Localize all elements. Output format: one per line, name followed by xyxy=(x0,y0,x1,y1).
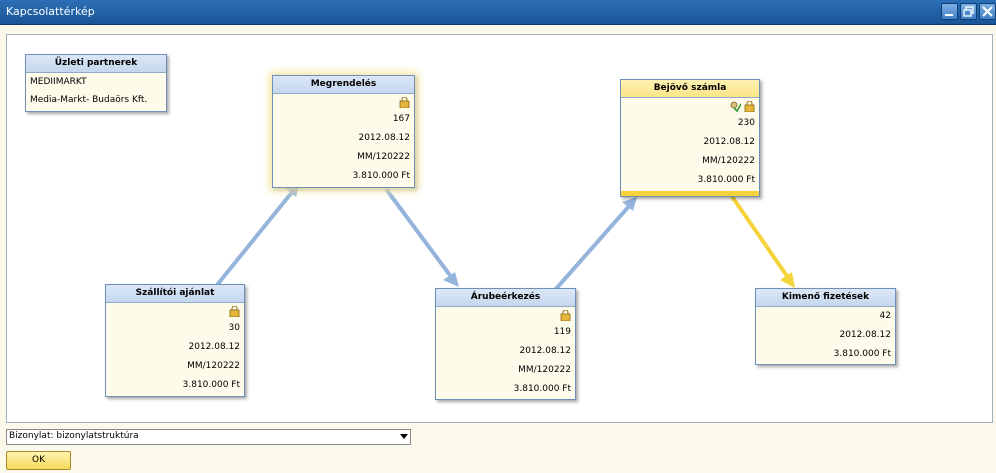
doc-date: 2012.08.12 xyxy=(358,133,410,143)
connector-arrow xyxy=(215,183,300,287)
doc-date: 2012.08.12 xyxy=(188,342,240,352)
card-header: Megrendelés xyxy=(273,76,414,94)
connector-arrow-highlighted xyxy=(729,193,795,288)
document-node-bejovo-szamla[interactable]: Bejövő számla 230 2012.08.12 MM/120222 3… xyxy=(620,79,760,197)
restore-icon[interactable] xyxy=(960,3,977,20)
lock-icon xyxy=(399,97,410,108)
lock-icon xyxy=(744,101,755,112)
approval-check-icon xyxy=(730,101,742,112)
doc-amount: 3.810.000 Ft xyxy=(513,384,571,394)
document-node-megrendeles[interactable]: Megrendelés 167 2012.08.12 MM/120222 3.8… xyxy=(272,75,415,188)
doc-date: 2012.08.12 xyxy=(703,137,755,147)
card-header: Kimenő fizetések xyxy=(756,289,895,307)
doc-amount: 3.810.000 Ft xyxy=(352,171,410,181)
card-header: Bejövő számla xyxy=(621,80,759,98)
window-title: Kapcsolattérkép xyxy=(6,5,95,18)
ok-button[interactable]: OK xyxy=(6,451,71,470)
doc-date: 2012.08.12 xyxy=(839,330,891,340)
doc-amount: 3.810.000 Ft xyxy=(833,349,891,359)
business-partner-card[interactable]: Üzleti partnerek MEDIIMARKT Media-Markt-… xyxy=(25,54,167,112)
document-node-szallitoi-ajanlat[interactable]: Szállítói ajánlat 30 2012.08.12 MM/12022… xyxy=(105,284,245,397)
partner-name: Media-Markt- Budaörs Kft. xyxy=(30,95,148,105)
connector-arrow xyxy=(384,187,459,287)
doc-number: 30 xyxy=(228,323,240,333)
doc-number: 119 xyxy=(553,327,571,337)
doc-date: 2012.08.12 xyxy=(519,346,571,356)
doc-number: 167 xyxy=(392,114,410,124)
document-node-arubeerkezes[interactable]: Árubeérkezés 119 2012.08.12 MM/120222 3.… xyxy=(435,288,576,400)
doc-reference: MM/120222 xyxy=(518,365,571,375)
partner-code: MEDIIMARKT xyxy=(30,77,87,87)
card-header: Szállítói ajánlat xyxy=(106,285,244,303)
card-header: Üzleti partnerek xyxy=(26,55,166,73)
close-icon[interactable] xyxy=(979,3,996,20)
relationship-map: Üzleti partnerek MEDIIMARKT Media-Markt-… xyxy=(6,34,993,423)
connector-arrow xyxy=(553,197,637,292)
doc-reference: MM/120222 xyxy=(357,152,410,162)
doc-number: 42 xyxy=(879,311,891,321)
lock-icon xyxy=(560,310,571,321)
lock-icon xyxy=(229,306,240,317)
doc-reference: MM/120222 xyxy=(187,361,240,371)
selection-band xyxy=(621,191,759,196)
title-bar: Kapcsolattérkép xyxy=(0,0,996,25)
chevron-down-icon[interactable] xyxy=(400,434,408,440)
document-structure-select[interactable]: Bizonylat: bizonylatstruktúra xyxy=(6,429,411,445)
document-node-kimeno-fizetesek[interactable]: Kimenő fizetések 42 2012.08.12 3.810.000… xyxy=(755,288,896,365)
doc-reference: MM/120222 xyxy=(702,156,755,166)
minimize-icon[interactable] xyxy=(941,3,958,20)
card-header: Árubeérkezés xyxy=(436,289,575,307)
doc-amount: 3.810.000 Ft xyxy=(182,380,240,390)
select-value: Bizonylat: bizonylatstruktúra xyxy=(9,431,139,441)
doc-number: 230 xyxy=(737,118,755,128)
doc-amount: 3.810.000 Ft xyxy=(697,175,755,185)
